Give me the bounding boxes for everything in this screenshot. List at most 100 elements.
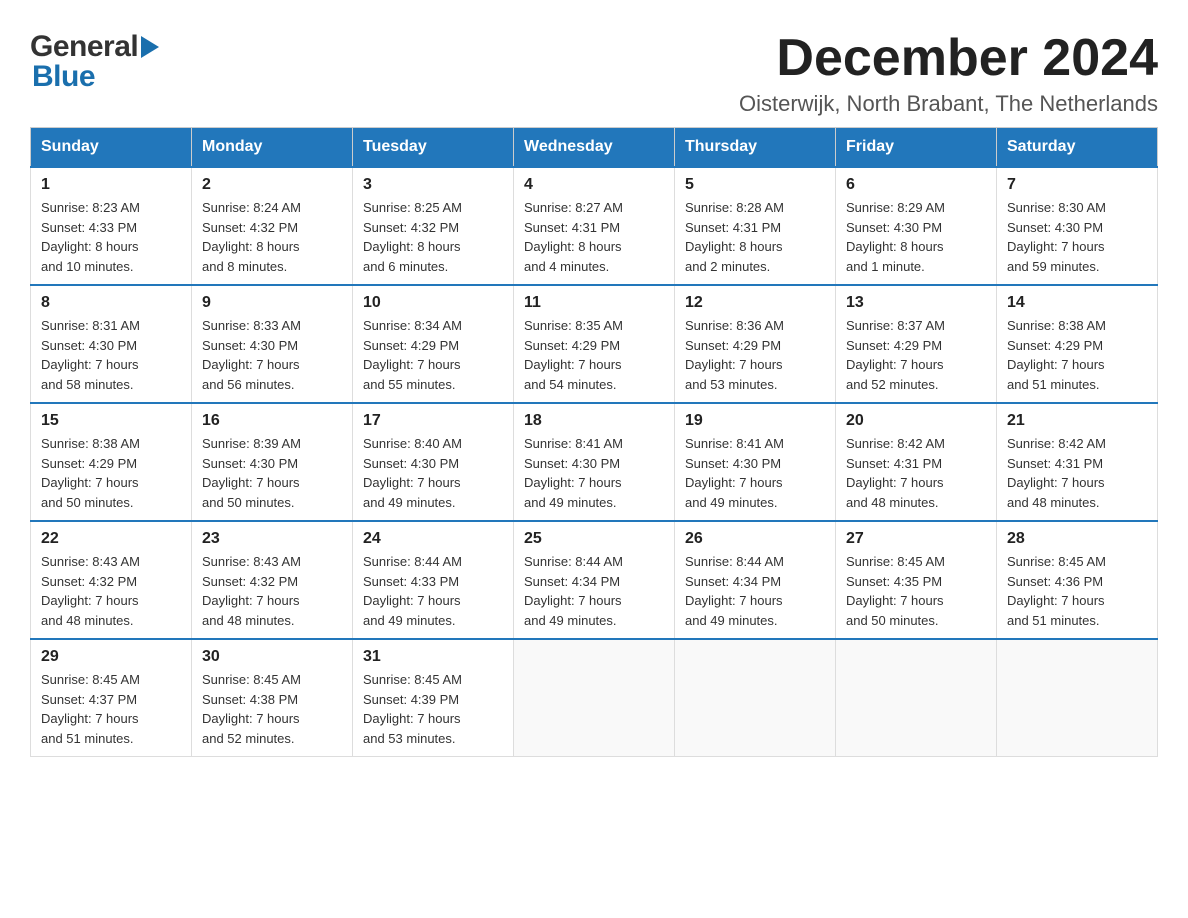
day-info: Sunrise: 8:44 AMSunset: 4:34 PMDaylight:…: [685, 554, 784, 628]
day-number: 21: [1007, 412, 1147, 430]
day-number: 9: [202, 294, 342, 312]
day-number: 25: [524, 530, 664, 548]
day-number: 11: [524, 294, 664, 312]
day-info: Sunrise: 8:39 AMSunset: 4:30 PMDaylight:…: [202, 436, 301, 510]
title-area: December 2024 Oisterwijk, North Brabant,…: [739, 30, 1158, 117]
day-info: Sunrise: 8:45 AMSunset: 4:39 PMDaylight:…: [363, 672, 462, 746]
day-info: Sunrise: 8:33 AMSunset: 4:30 PMDaylight:…: [202, 318, 301, 392]
day-info: Sunrise: 8:44 AMSunset: 4:33 PMDaylight:…: [363, 554, 462, 628]
calendar-cell: 5 Sunrise: 8:28 AMSunset: 4:31 PMDayligh…: [675, 167, 836, 285]
calendar-cell: 6 Sunrise: 8:29 AMSunset: 4:30 PMDayligh…: [836, 167, 997, 285]
day-number: 16: [202, 412, 342, 430]
calendar-cell: [514, 639, 675, 757]
weekday-header-sunday: Sunday: [31, 128, 192, 168]
calendar-cell: 31 Sunrise: 8:45 AMSunset: 4:39 PMDaylig…: [353, 639, 514, 757]
day-info: Sunrise: 8:38 AMSunset: 4:29 PMDaylight:…: [1007, 318, 1106, 392]
logo: General Blue: [30, 30, 159, 94]
calendar-cell: 30 Sunrise: 8:45 AMSunset: 4:38 PMDaylig…: [192, 639, 353, 757]
day-number: 6: [846, 176, 986, 194]
calendar-cell: [675, 639, 836, 757]
day-info: Sunrise: 8:43 AMSunset: 4:32 PMDaylight:…: [41, 554, 140, 628]
calendar-cell: 29 Sunrise: 8:45 AMSunset: 4:37 PMDaylig…: [31, 639, 192, 757]
weekday-header-saturday: Saturday: [997, 128, 1158, 168]
day-number: 7: [1007, 176, 1147, 194]
logo-blue-text: Blue: [30, 60, 95, 94]
day-info: Sunrise: 8:42 AMSunset: 4:31 PMDaylight:…: [1007, 436, 1106, 510]
calendar-cell: 22 Sunrise: 8:43 AMSunset: 4:32 PMDaylig…: [31, 521, 192, 639]
day-info: Sunrise: 8:45 AMSunset: 4:38 PMDaylight:…: [202, 672, 301, 746]
calendar-cell: 1 Sunrise: 8:23 AMSunset: 4:33 PMDayligh…: [31, 167, 192, 285]
calendar-cell: 10 Sunrise: 8:34 AMSunset: 4:29 PMDaylig…: [353, 285, 514, 403]
day-number: 22: [41, 530, 181, 548]
calendar-cell: 18 Sunrise: 8:41 AMSunset: 4:30 PMDaylig…: [514, 403, 675, 521]
day-number: 28: [1007, 530, 1147, 548]
day-info: Sunrise: 8:44 AMSunset: 4:34 PMDaylight:…: [524, 554, 623, 628]
calendar-cell: 8 Sunrise: 8:31 AMSunset: 4:30 PMDayligh…: [31, 285, 192, 403]
day-number: 27: [846, 530, 986, 548]
calendar-cell: 25 Sunrise: 8:44 AMSunset: 4:34 PMDaylig…: [514, 521, 675, 639]
day-number: 31: [363, 648, 503, 666]
day-info: Sunrise: 8:25 AMSunset: 4:32 PMDaylight:…: [363, 200, 462, 274]
calendar-table: SundayMondayTuesdayWednesdayThursdayFrid…: [30, 127, 1158, 757]
calendar-cell: 24 Sunrise: 8:44 AMSunset: 4:33 PMDaylig…: [353, 521, 514, 639]
calendar-cell: 26 Sunrise: 8:44 AMSunset: 4:34 PMDaylig…: [675, 521, 836, 639]
calendar-cell: 17 Sunrise: 8:40 AMSunset: 4:30 PMDaylig…: [353, 403, 514, 521]
day-number: 10: [363, 294, 503, 312]
day-number: 17: [363, 412, 503, 430]
day-info: Sunrise: 8:23 AMSunset: 4:33 PMDaylight:…: [41, 200, 140, 274]
day-number: 8: [41, 294, 181, 312]
day-info: Sunrise: 8:45 AMSunset: 4:35 PMDaylight:…: [846, 554, 945, 628]
month-title: December 2024: [739, 30, 1158, 87]
weekday-header-tuesday: Tuesday: [353, 128, 514, 168]
weekday-header-friday: Friday: [836, 128, 997, 168]
day-info: Sunrise: 8:34 AMSunset: 4:29 PMDaylight:…: [363, 318, 462, 392]
day-info: Sunrise: 8:45 AMSunset: 4:37 PMDaylight:…: [41, 672, 140, 746]
calendar-cell: 16 Sunrise: 8:39 AMSunset: 4:30 PMDaylig…: [192, 403, 353, 521]
day-number: 1: [41, 176, 181, 194]
day-number: 26: [685, 530, 825, 548]
logo-arrow-icon: [141, 36, 159, 58]
calendar-cell: 3 Sunrise: 8:25 AMSunset: 4:32 PMDayligh…: [353, 167, 514, 285]
day-number: 4: [524, 176, 664, 194]
day-info: Sunrise: 8:27 AMSunset: 4:31 PMDaylight:…: [524, 200, 623, 274]
day-number: 20: [846, 412, 986, 430]
weekday-header-wednesday: Wednesday: [514, 128, 675, 168]
day-info: Sunrise: 8:24 AMSunset: 4:32 PMDaylight:…: [202, 200, 301, 274]
weekday-header-monday: Monday: [192, 128, 353, 168]
day-info: Sunrise: 8:31 AMSunset: 4:30 PMDaylight:…: [41, 318, 140, 392]
day-info: Sunrise: 8:30 AMSunset: 4:30 PMDaylight:…: [1007, 200, 1106, 274]
day-info: Sunrise: 8:28 AMSunset: 4:31 PMDaylight:…: [685, 200, 784, 274]
calendar-cell: 27 Sunrise: 8:45 AMSunset: 4:35 PMDaylig…: [836, 521, 997, 639]
day-number: 13: [846, 294, 986, 312]
day-number: 3: [363, 176, 503, 194]
day-info: Sunrise: 8:42 AMSunset: 4:31 PMDaylight:…: [846, 436, 945, 510]
calendar-cell: 9 Sunrise: 8:33 AMSunset: 4:30 PMDayligh…: [192, 285, 353, 403]
day-info: Sunrise: 8:41 AMSunset: 4:30 PMDaylight:…: [524, 436, 623, 510]
weekday-header-row: SundayMondayTuesdayWednesdayThursdayFrid…: [31, 128, 1158, 168]
day-info: Sunrise: 8:43 AMSunset: 4:32 PMDaylight:…: [202, 554, 301, 628]
calendar-cell: 20 Sunrise: 8:42 AMSunset: 4:31 PMDaylig…: [836, 403, 997, 521]
week-row-5: 29 Sunrise: 8:45 AMSunset: 4:37 PMDaylig…: [31, 639, 1158, 757]
week-row-2: 8 Sunrise: 8:31 AMSunset: 4:30 PMDayligh…: [31, 285, 1158, 403]
calendar-cell: 21 Sunrise: 8:42 AMSunset: 4:31 PMDaylig…: [997, 403, 1158, 521]
day-number: 2: [202, 176, 342, 194]
weekday-header-thursday: Thursday: [675, 128, 836, 168]
header: General Blue December 2024 Oisterwijk, N…: [30, 30, 1158, 117]
day-info: Sunrise: 8:35 AMSunset: 4:29 PMDaylight:…: [524, 318, 623, 392]
calendar-cell: 19 Sunrise: 8:41 AMSunset: 4:30 PMDaylig…: [675, 403, 836, 521]
day-number: 18: [524, 412, 664, 430]
day-number: 12: [685, 294, 825, 312]
day-info: Sunrise: 8:41 AMSunset: 4:30 PMDaylight:…: [685, 436, 784, 510]
day-number: 19: [685, 412, 825, 430]
calendar-cell: 28 Sunrise: 8:45 AMSunset: 4:36 PMDaylig…: [997, 521, 1158, 639]
day-number: 5: [685, 176, 825, 194]
day-info: Sunrise: 8:37 AMSunset: 4:29 PMDaylight:…: [846, 318, 945, 392]
calendar-cell: 13 Sunrise: 8:37 AMSunset: 4:29 PMDaylig…: [836, 285, 997, 403]
calendar-cell: 15 Sunrise: 8:38 AMSunset: 4:29 PMDaylig…: [31, 403, 192, 521]
day-number: 29: [41, 648, 181, 666]
calendar-cell: 14 Sunrise: 8:38 AMSunset: 4:29 PMDaylig…: [997, 285, 1158, 403]
day-number: 23: [202, 530, 342, 548]
calendar-cell: 12 Sunrise: 8:36 AMSunset: 4:29 PMDaylig…: [675, 285, 836, 403]
day-number: 24: [363, 530, 503, 548]
location-title: Oisterwijk, North Brabant, The Netherlan…: [739, 91, 1158, 117]
